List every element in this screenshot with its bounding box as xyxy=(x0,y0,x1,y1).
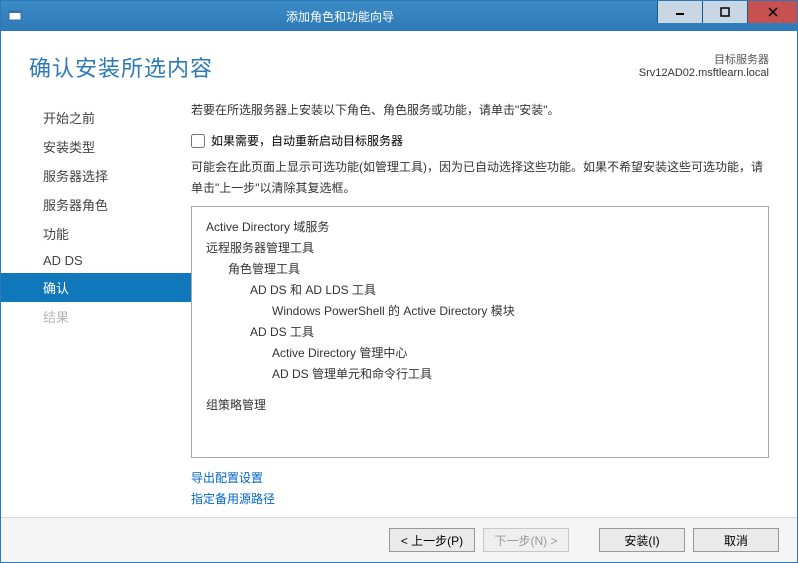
close-icon xyxy=(768,7,778,17)
titlebar: 添加角色和功能向导 xyxy=(1,1,797,31)
selection-list[interactable]: Active Directory 域服务 远程服务器管理工具 角色管理工具 AD… xyxy=(191,206,769,458)
restart-label: 如果需要，自动重新启动目标服务器 xyxy=(211,132,403,149)
list-item: AD DS 和 AD LDS 工具 xyxy=(206,280,754,301)
maximize-button[interactable] xyxy=(702,1,747,23)
list-item: AD DS 工具 xyxy=(206,322,754,343)
list-item: 远程服务器管理工具 xyxy=(206,238,754,259)
close-button[interactable] xyxy=(747,1,797,23)
target-server: Srv12AD02.msftlearn.local xyxy=(639,67,769,79)
main-panel: 若要在所选服务器上安装以下角色、角色服务或功能，请单击"安装"。 如果需要，自动… xyxy=(191,93,797,517)
window-title: 添加角色和功能向导 xyxy=(23,8,657,25)
sidebar-item-features[interactable]: 功能 xyxy=(1,219,191,248)
minimize-icon xyxy=(675,7,685,17)
restart-checkbox[interactable] xyxy=(191,134,205,148)
list-item: Active Directory 管理中心 xyxy=(206,343,754,364)
wizard-body: 确认安装所选内容 目标服务器 Srv12AD02.msftlearn.local… xyxy=(1,31,797,562)
list-item: 组策略管理 xyxy=(206,395,754,416)
list-item: Active Directory 域服务 xyxy=(206,217,754,238)
previous-button[interactable]: < 上一步(P) xyxy=(389,528,475,552)
export-config-link[interactable]: 导出配置设置 xyxy=(191,468,769,488)
sidebar-item-server-roles[interactable]: 服务器角色 xyxy=(1,190,191,219)
wizard-window: 添加角色和功能向导 确认安装所选内容 目标服务器 Srv12AD02.msftl… xyxy=(0,0,798,563)
sidebar-item-results: 结果 xyxy=(1,302,191,331)
list-item: Windows PowerShell 的 Active Directory 模块 xyxy=(206,301,754,322)
intro-text: 若要在所选服务器上安装以下角色、角色服务或功能，请单击"安装"。 xyxy=(191,101,769,120)
optional-note: 可能会在此页面上显示可选功能(如管理工具)，因为已自动选择这些功能。如果不希望安… xyxy=(191,157,769,198)
footer: < 上一步(P) 下一步(N) > 安装(I) 取消 xyxy=(1,517,797,562)
button-gap xyxy=(577,528,591,552)
maximize-icon xyxy=(720,7,730,17)
header: 确认安装所选内容 目标服务器 Srv12AD02.msftlearn.local xyxy=(1,31,797,93)
sidebar: 开始之前 安装类型 服务器选择 服务器角色 功能 AD DS 确认 结果 xyxy=(1,93,191,517)
next-button: 下一步(N) > xyxy=(483,528,569,552)
sidebar-item-confirmation[interactable]: 确认 xyxy=(1,273,191,302)
minimize-button[interactable] xyxy=(657,1,702,23)
middle: 开始之前 安装类型 服务器选择 服务器角色 功能 AD DS 确认 结果 若要在… xyxy=(1,93,797,517)
target-info: 目标服务器 Srv12AD02.msftlearn.local xyxy=(639,51,769,79)
page-title: 确认安装所选内容 xyxy=(29,51,213,83)
list-item: AD DS 管理单元和命令行工具 xyxy=(206,364,754,385)
sidebar-item-before-you-begin[interactable]: 开始之前 xyxy=(1,103,191,132)
app-icon xyxy=(7,8,23,24)
target-label: 目标服务器 xyxy=(639,51,769,67)
list-item: 角色管理工具 xyxy=(206,259,754,280)
sidebar-item-server-selection[interactable]: 服务器选择 xyxy=(1,161,191,190)
install-button[interactable]: 安装(I) xyxy=(599,528,685,552)
alt-source-link[interactable]: 指定备用源路径 xyxy=(191,489,769,509)
restart-row[interactable]: 如果需要，自动重新启动目标服务器 xyxy=(191,132,769,149)
sidebar-item-installation-type[interactable]: 安装类型 xyxy=(1,132,191,161)
cancel-button[interactable]: 取消 xyxy=(693,528,779,552)
window-buttons xyxy=(657,1,797,31)
links: 导出配置设置 指定备用源路径 xyxy=(191,468,769,509)
sidebar-item-ad-ds[interactable]: AD DS xyxy=(1,248,191,273)
